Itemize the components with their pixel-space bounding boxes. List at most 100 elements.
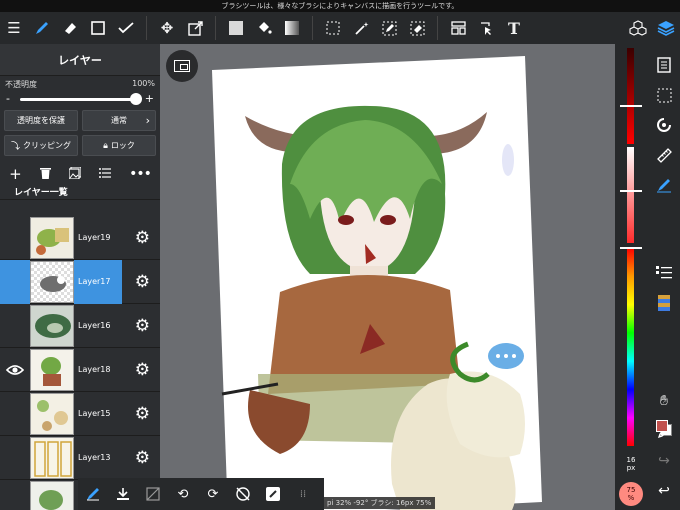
opacity-decrease-button[interactable]: - (6, 92, 10, 105)
brush-size-value: 16 (626, 456, 636, 464)
pen-pressure-icon[interactable] (651, 172, 677, 198)
select-icon[interactable] (319, 14, 347, 42)
protect-alpha-button[interactable]: 透明度を保護 (4, 110, 78, 131)
square-icon[interactable] (84, 14, 112, 42)
opacity-slider-track[interactable] (20, 98, 136, 101)
palette-list-icon[interactable] (651, 260, 677, 286)
image-layer-icon[interactable] (68, 165, 82, 182)
brush-size-indicator[interactable]: 16 px (620, 456, 642, 472)
navigator-button[interactable] (166, 50, 198, 82)
hue-slider-marker[interactable] (620, 247, 642, 249)
select-layer-icon[interactable] (472, 14, 500, 42)
layer-list-title: レイヤー一覧 (0, 186, 160, 200)
selection-icon[interactable] (651, 82, 677, 108)
visibility-toggle[interactable] (0, 348, 30, 392)
drawing-canvas[interactable] (160, 44, 615, 510)
gear-icon[interactable]: ⚙ (135, 404, 150, 424)
right-toolbar: ✋︎ ↪ ↩ (647, 44, 680, 510)
visibility-toggle[interactable] (0, 304, 30, 348)
gear-icon[interactable]: ⚙ (135, 316, 150, 336)
clipping-icon: ⤵ (10, 142, 20, 152)
visibility-toggle[interactable] (0, 216, 30, 260)
text-icon[interactable]: T (500, 14, 528, 42)
visibility-toggle[interactable] (0, 392, 30, 436)
materials-icon[interactable] (624, 14, 652, 42)
layer-name: Layer17 (74, 259, 122, 304)
value-slider-marker[interactable] (620, 105, 642, 107)
saturation-slider[interactable] (627, 147, 634, 243)
color-swatch[interactable] (647, 228, 680, 436)
visibility-toggle[interactable] (0, 259, 30, 304)
gear-icon[interactable]: ⚙ (135, 272, 150, 292)
layer-row[interactable]: Layer15 ⚙ (0, 392, 160, 436)
select-eraser-icon[interactable] (403, 14, 431, 42)
layout-icon[interactable] (444, 14, 472, 42)
bucket-icon[interactable] (250, 14, 278, 42)
canvas-area[interactable] (160, 44, 615, 510)
divider (215, 16, 216, 40)
opacity-value: 100% (132, 79, 155, 88)
value-slider[interactable] (627, 48, 634, 144)
opacity-slider[interactable]: - + (6, 90, 154, 108)
visibility-toggle[interactable] (0, 480, 30, 510)
magic-wand-icon[interactable] (347, 14, 375, 42)
eyedropper-icon[interactable] (258, 479, 288, 509)
rotate-left-icon[interactable]: ⟲ (168, 479, 198, 509)
visibility-toggle[interactable] (0, 436, 30, 480)
gradient-icon[interactable] (278, 14, 306, 42)
layer-row[interactable]: Layer16 ⚙ (0, 304, 160, 348)
gear-icon[interactable]: ⚙ (135, 360, 150, 380)
hue-slider[interactable] (627, 248, 634, 446)
redo-icon[interactable]: ↪ (651, 448, 677, 474)
document-icon[interactable] (651, 52, 677, 78)
snap-icon[interactable] (651, 112, 677, 138)
opacity-label: 不透明度 (5, 80, 37, 89)
layer-thumbnail (30, 348, 74, 391)
ruler-icon[interactable] (651, 142, 677, 168)
layer-row[interactable]: Layer19 ⚙ (0, 216, 160, 260)
gear-icon[interactable]: ⚙ (135, 448, 150, 468)
layer-thumbnail (30, 216, 74, 259)
undo-icon[interactable]: ↩ (651, 478, 677, 504)
palette-grid-icon[interactable] (651, 290, 677, 316)
select-pen-icon[interactable] (375, 14, 403, 42)
clipping-label: クリッピング (23, 141, 71, 150)
clipping-button[interactable]: ⤵ クリッピング (4, 135, 78, 156)
layer-row[interactable]: Layer18 ⚙ (0, 348, 160, 392)
foreground-color-swatch[interactable] (656, 420, 668, 432)
more-icon[interactable]: ••• (129, 166, 152, 182)
fill-color-icon[interactable] (222, 14, 250, 42)
grid-handle-icon[interactable]: ⁞⁞ (288, 479, 318, 509)
trash-icon[interactable] (39, 167, 51, 182)
eraser-icon[interactable] (56, 14, 84, 42)
correction-icon[interactable] (112, 14, 140, 42)
hand-icon[interactable]: ✋︎ (651, 388, 677, 414)
list-icon[interactable] (99, 167, 112, 181)
opacity-badge[interactable]: 75 % (619, 482, 643, 506)
layer-thumbnail (30, 480, 74, 510)
rotate-right-icon[interactable]: ⟳ (198, 479, 228, 509)
transform-icon[interactable] (181, 14, 209, 42)
clear-icon[interactable] (138, 479, 168, 509)
layer-name: Layer18 (78, 365, 111, 374)
menu-icon[interactable]: ☰ (0, 14, 28, 42)
layer-row[interactable]: Layer17 ⚙ (0, 259, 160, 304)
add-layer-icon[interactable]: + (9, 165, 22, 183)
gear-icon[interactable]: ⚙ (135, 228, 150, 248)
opacity-slider-knob[interactable] (130, 93, 142, 105)
opacity-row: 不透明度 100% (0, 76, 160, 90)
brush-icon[interactable] (28, 14, 56, 42)
layer-row[interactable]: Layer13 ⚙ (0, 436, 160, 480)
saturation-slider-marker[interactable] (620, 190, 642, 192)
eye-icon (6, 364, 24, 375)
move-icon[interactable]: ✥ (153, 14, 181, 42)
layers-icon[interactable] (652, 14, 680, 42)
import-icon[interactable] (108, 479, 138, 509)
lock-button[interactable]: 🔒︎ ロック (82, 135, 156, 156)
reset-rotation-icon[interactable] (228, 479, 258, 509)
brush-size-unit: px (626, 464, 636, 472)
top-toolbar: ☰ ✥ T (0, 12, 680, 44)
blend-mode-button[interactable]: 通常 › (82, 110, 156, 131)
opacity-increase-button[interactable]: + (145, 92, 154, 105)
brush-settings-icon[interactable] (78, 479, 108, 509)
